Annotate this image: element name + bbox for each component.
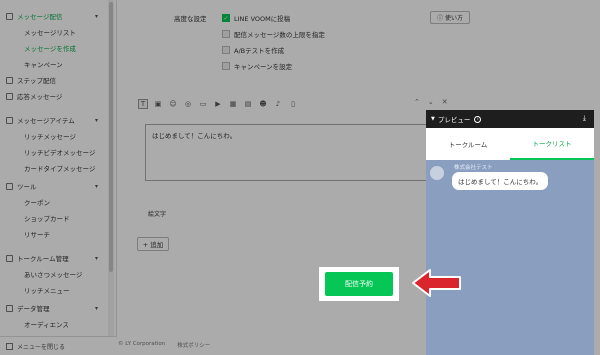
preview-panel: ▼ プレビュー i ⤓ トークルーム トークリスト 株式会社テスト はじめまして… bbox=[426, 110, 594, 355]
caret-down-icon[interactable]: ▼ bbox=[431, 116, 435, 122]
tab-talkroom[interactable]: トークルーム bbox=[426, 128, 510, 160]
preview-header: ▼ プレビュー i ⤓ bbox=[426, 110, 594, 128]
preview-title: プレビュー bbox=[437, 116, 471, 124]
account-name: 株式会社テスト bbox=[454, 165, 493, 171]
preview-tabs: トークルーム トークリスト bbox=[426, 128, 594, 160]
schedule-delivery-button[interactable]: 配信予約 bbox=[325, 272, 393, 296]
red-arrow-annotation bbox=[412, 269, 461, 297]
avatar bbox=[430, 166, 444, 180]
chat-bubble: はじめまして！こんにちわ。 bbox=[452, 172, 549, 190]
download-icon[interactable]: ⤓ bbox=[583, 114, 586, 123]
info-icon[interactable]: i bbox=[474, 115, 482, 123]
tab-talklist[interactable]: トークリスト bbox=[510, 128, 594, 160]
preview-chat-area: 株式会社テスト はじめまして！こんにちわ。 bbox=[426, 160, 594, 355]
